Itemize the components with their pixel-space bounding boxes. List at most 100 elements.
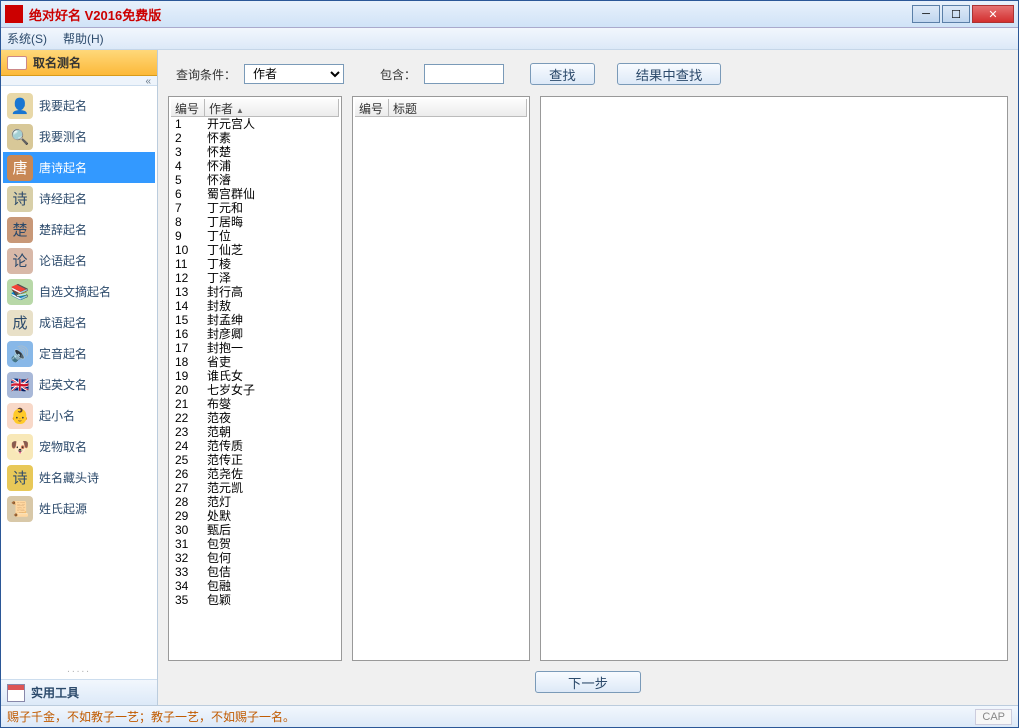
col-id2[interactable]: 编号 (355, 99, 389, 116)
condition-label: 查询条件： (176, 66, 236, 83)
nav-icon: 诗 (7, 465, 33, 491)
table-row[interactable]: 11丁棱 (171, 257, 339, 271)
menubar: 系统(S) 帮助(H) (1, 28, 1018, 50)
nav-item-6[interactable]: 📚自选文摘起名 (3, 276, 155, 307)
table-row[interactable]: 24范传质 (171, 439, 339, 453)
condition-select[interactable]: 作者 (244, 64, 344, 84)
table-row[interactable]: 12丁泽 (171, 271, 339, 285)
table-row[interactable]: 26范尧佐 (171, 467, 339, 481)
table-row[interactable]: 9丁位 (171, 229, 339, 243)
nav-item-11[interactable]: 🐶宠物取名 (3, 431, 155, 462)
find-in-results-button[interactable]: 结果中查找 (617, 63, 722, 85)
nav-icon: 论 (7, 248, 33, 274)
nav-icon: 📜 (7, 496, 33, 522)
table-row[interactable]: 2怀素 (171, 131, 339, 145)
table-row[interactable]: 17封抱一 (171, 341, 339, 355)
nav-item-3[interactable]: 诗诗经起名 (3, 183, 155, 214)
nav-icon: 🔊 (7, 341, 33, 367)
nav-item-9[interactable]: 🇬🇧起英文名 (3, 369, 155, 400)
sidebar-header[interactable]: 取名测名 (1, 50, 157, 76)
nav-item-12[interactable]: 诗姓名藏头诗 (3, 462, 155, 493)
table-row[interactable]: 33包佶 (171, 565, 339, 579)
authors-grid[interactable]: 1开元宫人2怀素3怀楚4怀浦5怀濬6蜀宫群仙7丁元和8丁居晦9丁位10丁仙芝11… (171, 117, 339, 658)
table-row[interactable]: 8丁居晦 (171, 215, 339, 229)
table-row[interactable]: 19谁氏女 (171, 369, 339, 383)
table-row[interactable]: 29处默 (171, 509, 339, 523)
mail-icon (7, 56, 27, 70)
titlebar: 绝对好名 V2016免费版 ─ ☐ ✕ (1, 1, 1018, 28)
titles-header[interactable]: 编号 标题 (355, 99, 527, 117)
minimize-button[interactable]: ─ (912, 5, 940, 23)
nav-icon: 📚 (7, 279, 33, 305)
col-author[interactable]: 作者 (205, 99, 339, 116)
table-row[interactable]: 7丁元和 (171, 201, 339, 215)
nav-item-0[interactable]: 👤我要起名 (3, 90, 155, 121)
table-row[interactable]: 4怀浦 (171, 159, 339, 173)
content-panel (540, 96, 1008, 661)
nav-item-7[interactable]: 成成语起名 (3, 307, 155, 338)
nav-item-13[interactable]: 📜姓氏起源 (3, 493, 155, 524)
table-row[interactable]: 10丁仙芝 (171, 243, 339, 257)
table-row[interactable]: 18省吏 (171, 355, 339, 369)
nav-item-2[interactable]: 唐唐诗起名 (3, 152, 155, 183)
sidebar-collapse[interactable]: « (1, 76, 157, 86)
table-row[interactable]: 22范夜 (171, 411, 339, 425)
nav-item-5[interactable]: 论论语起名 (3, 245, 155, 276)
nav-item-10[interactable]: 👶起小名 (3, 400, 155, 431)
next-button[interactable]: 下一步 (535, 671, 641, 693)
contains-input[interactable] (424, 64, 504, 84)
statusbar: 赐子千金，不如教子一艺；教子一艺，不如赐子一名。 CAP (1, 705, 1018, 727)
nav-icon: 诗 (7, 186, 33, 212)
nav-icon: 成 (7, 310, 33, 336)
table-row[interactable]: 21布燮 (171, 397, 339, 411)
col-title[interactable]: 标题 (389, 99, 527, 116)
contains-label: 包含： (380, 66, 416, 83)
table-row[interactable]: 1开元宫人 (171, 117, 339, 131)
table-row[interactable]: 23范朝 (171, 425, 339, 439)
menu-system[interactable]: 系统(S) (7, 30, 47, 47)
table-row[interactable]: 28范灯 (171, 495, 339, 509)
menu-help[interactable]: 帮助(H) (63, 30, 104, 47)
nav-icon: 👤 (7, 93, 33, 119)
nav-item-1[interactable]: 🔍我要测名 (3, 121, 155, 152)
table-row[interactable]: 32包何 (171, 551, 339, 565)
nav-item-4[interactable]: 楚楚辞起名 (3, 214, 155, 245)
table-row[interactable]: 3怀楚 (171, 145, 339, 159)
content-area[interactable] (543, 99, 1005, 658)
table-row[interactable]: 6蜀宫群仙 (171, 187, 339, 201)
table-row[interactable]: 35包颖 (171, 593, 339, 607)
sidebar-footer[interactable]: 实用工具 (1, 679, 157, 705)
app-icon (5, 5, 23, 23)
main-area: 查询条件： 作者 包含： 查找 结果中查找 编号 作者 1开元 (158, 50, 1018, 705)
find-button[interactable]: 查找 (530, 63, 595, 85)
table-row[interactable]: 14封敖 (171, 299, 339, 313)
close-button[interactable]: ✕ (972, 5, 1014, 23)
table-row[interactable]: 34包融 (171, 579, 339, 593)
authors-panel: 编号 作者 1开元宫人2怀素3怀楚4怀浦5怀濬6蜀宫群仙7丁元和8丁居晦9丁位1… (168, 96, 342, 661)
table-row[interactable]: 16封彦卿 (171, 327, 339, 341)
table-row[interactable]: 15封孟绅 (171, 313, 339, 327)
titles-panel: 编号 标题 (352, 96, 530, 661)
authors-header[interactable]: 编号 作者 (171, 99, 339, 117)
sidebar: 取名测名 « 👤我要起名🔍我要测名唐唐诗起名诗诗经起名楚楚辞起名论论语起名📚自选… (1, 50, 158, 705)
table-row[interactable]: 25范传正 (171, 453, 339, 467)
nav-icon: 🇬🇧 (7, 372, 33, 398)
table-row[interactable]: 27范元凯 (171, 481, 339, 495)
nav-item-8[interactable]: 🔊定音起名 (3, 338, 155, 369)
table-row[interactable]: 13封行高 (171, 285, 339, 299)
status-text: 赐子千金，不如教子一艺；教子一艺，不如赐子一名。 (7, 708, 295, 725)
table-row[interactable]: 31包贺 (171, 537, 339, 551)
nav-icon: 楚 (7, 217, 33, 243)
table-row[interactable]: 30甄后 (171, 523, 339, 537)
search-bar: 查询条件： 作者 包含： 查找 结果中查找 (168, 60, 1008, 88)
cap-indicator: CAP (975, 709, 1012, 725)
col-id[interactable]: 编号 (171, 99, 205, 116)
table-row[interactable]: 20七岁女子 (171, 383, 339, 397)
nav-icon: 唐 (7, 155, 33, 181)
nav-icon: 🐶 (7, 434, 33, 460)
maximize-button[interactable]: ☐ (942, 5, 970, 23)
table-row[interactable]: 5怀濬 (171, 173, 339, 187)
titles-grid[interactable] (355, 117, 527, 658)
nav-list: 👤我要起名🔍我要测名唐唐诗起名诗诗经起名楚楚辞起名论论语起名📚自选文摘起名成成语… (1, 86, 157, 664)
sidebar-grip[interactable]: ∙∙∙∙∙ (1, 664, 157, 679)
